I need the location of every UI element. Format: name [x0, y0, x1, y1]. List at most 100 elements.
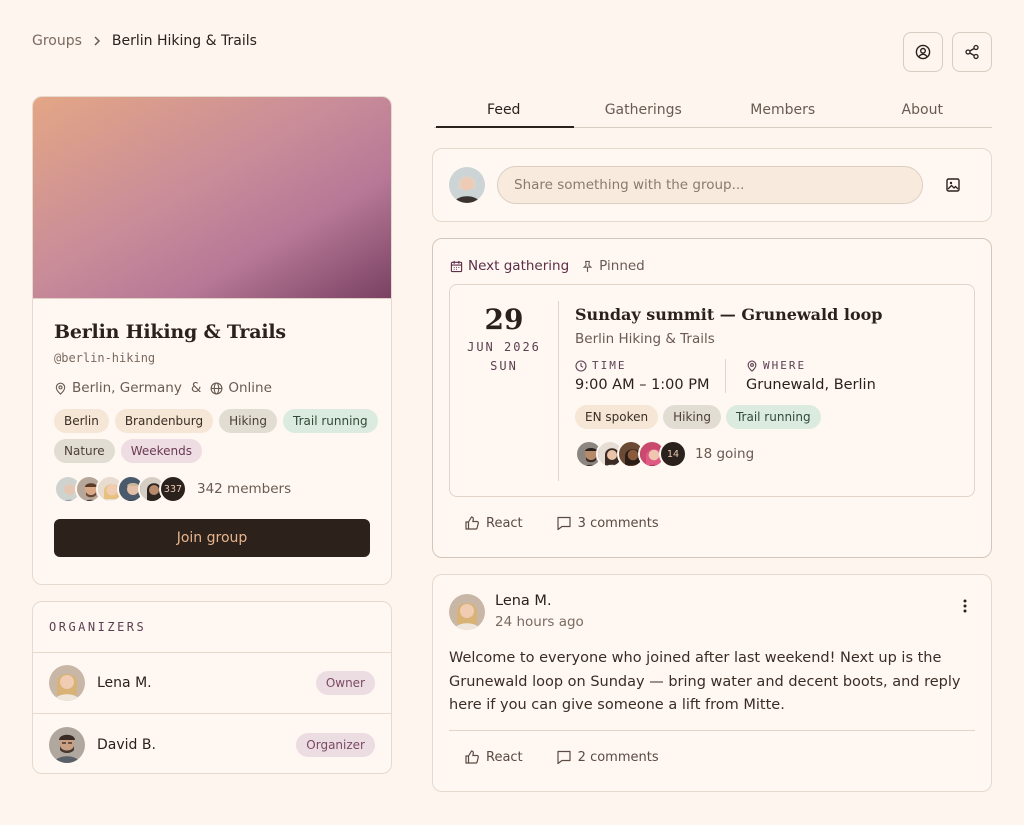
group-online-text: Online — [228, 380, 272, 396]
gathering-header: Next gathering Pinned — [450, 258, 645, 274]
comments-label: 3 comments — [577, 515, 659, 531]
event-tags: EN spoken Hiking Trail running — [575, 405, 965, 429]
organizer-row[interactable]: David B. Organizer — [33, 714, 391, 773]
organizer-row[interactable]: Lena M. Owner — [33, 653, 391, 714]
group-tag[interactable]: Nature — [54, 439, 115, 463]
post-divider — [449, 730, 975, 731]
event-tag[interactable]: EN spoken — [575, 405, 659, 429]
breadcrumb-groups-link[interactable]: Groups — [32, 33, 82, 49]
members-row[interactable]: 337 342 members — [54, 475, 370, 503]
event-info: Sunday summit — Grunewald loop Berlin Hi… — [575, 305, 965, 468]
group-location: Berlin, Germany & Online — [54, 380, 370, 396]
member-avatar-stack: 337 — [54, 475, 187, 503]
group-tags: Berlin Brandenburg Hiking Trail running … — [54, 409, 384, 463]
post-author[interactable]: Lena M. — [495, 593, 552, 609]
map-pin-icon — [55, 382, 66, 395]
members-count: 342 members — [197, 481, 292, 497]
avatar — [49, 665, 85, 701]
event-title: Sunday summit — Grunewald loop — [575, 305, 883, 324]
event-group: Berlin Hiking & Trails — [575, 331, 715, 347]
event-day: 29 — [484, 303, 524, 336]
tab-feed[interactable]: Feed — [434, 102, 574, 128]
group-tag[interactable]: Weekends — [120, 439, 203, 463]
group-tag[interactable]: Berlin — [54, 409, 109, 433]
post-time: 24 hours ago — [495, 614, 584, 630]
comment-icon — [557, 750, 571, 765]
react-button[interactable]: React — [464, 749, 523, 765]
tab-about[interactable]: About — [853, 102, 993, 127]
avatar — [449, 167, 485, 203]
members-more-count: 337 — [159, 475, 187, 503]
event-time: TIME 9:00 AM – 1:00 PM — [575, 359, 726, 393]
comment-icon — [557, 516, 571, 531]
event-tag[interactable]: Trail running — [725, 405, 821, 429]
avatar[interactable] — [449, 594, 485, 630]
post-card: Lena M. 24 hours ago Welcome to everyone… — [432, 574, 992, 792]
time-value: 9:00 AM – 1:00 PM — [575, 377, 710, 393]
post-body: Welcome to everyone who joined after las… — [449, 650, 961, 713]
react-button[interactable]: React — [464, 515, 523, 531]
profile-button[interactable] — [903, 32, 943, 72]
role-badge: Organizer — [296, 732, 375, 757]
thumbs-up-icon — [465, 516, 479, 530]
comments-button[interactable]: 3 comments — [556, 515, 659, 531]
react-label: React — [486, 515, 523, 531]
organizer-name: David B. — [97, 736, 156, 753]
group-tabs: Feed Gatherings Members About — [434, 102, 992, 128]
group-tag[interactable]: Brandenburg — [114, 409, 214, 433]
event-date: 29 JUN 2026 SUN — [450, 285, 558, 496]
pinned-label: Pinned — [599, 258, 645, 274]
user-circle-icon — [915, 44, 931, 60]
thumbs-up-icon — [465, 750, 479, 764]
date-divider — [558, 301, 559, 481]
image-icon — [946, 178, 960, 192]
next-gathering-label: Next gathering — [468, 258, 570, 274]
going-row[interactable]: 14 18 going — [575, 440, 965, 468]
share-button[interactable] — [952, 32, 992, 72]
going-count: 18 going — [695, 446, 755, 462]
gathering-card: Next gathering Pinned 29 JUN 2026 SUN Su… — [432, 238, 992, 558]
pin-icon — [581, 260, 594, 273]
chevron-right-icon — [93, 36, 101, 46]
where-value: Grunewald, Berlin — [746, 377, 876, 393]
event-month-year: JUN 2026 — [467, 340, 541, 354]
event-where: WHERE Grunewald, Berlin — [726, 359, 876, 393]
post-composer: Share something with the group... — [432, 148, 992, 222]
group-name: Berlin Hiking & Trails — [54, 321, 286, 343]
event-tag[interactable]: Hiking — [663, 405, 721, 429]
group-tag[interactable]: Trail running — [283, 409, 378, 433]
top-actions — [903, 32, 992, 72]
react-label: React — [486, 749, 523, 765]
location-separator: & — [190, 380, 202, 396]
organizer-name: Lena M. — [97, 675, 152, 691]
tab-gatherings[interactable]: Gatherings — [574, 102, 714, 127]
where-label: WHERE — [763, 359, 807, 372]
more-vertical-icon — [963, 599, 967, 613]
attach-image-button[interactable] — [945, 177, 961, 193]
breadcrumb-current: Berlin Hiking & Trails — [111, 33, 257, 49]
comments-button[interactable]: 2 comments — [556, 749, 659, 765]
post-actions: React 2 comments — [464, 749, 659, 765]
clock-icon — [575, 359, 587, 372]
avatar — [49, 726, 85, 763]
time-label: TIME — [592, 359, 627, 372]
event-details[interactable]: 29 JUN 2026 SUN Sunday summit — Grunewal… — [449, 284, 975, 497]
map-pin-icon — [747, 360, 757, 372]
group-handle: @berlin-hiking — [54, 351, 156, 365]
composer-input[interactable]: Share something with the group... — [497, 166, 923, 204]
event-weekday: SUN — [490, 359, 518, 373]
attendees-more-count: 14 — [659, 440, 687, 468]
gathering-actions: React 3 comments — [464, 515, 659, 531]
attendee-avatar-stack: 14 — [575, 440, 687, 468]
group-tag[interactable]: Hiking — [219, 409, 277, 433]
role-badge: Owner — [315, 671, 375, 695]
join-group-button[interactable]: Join group — [54, 519, 370, 557]
group-location-text: Berlin, Germany — [72, 380, 182, 396]
globe-icon — [210, 382, 223, 394]
post-menu-button[interactable] — [963, 599, 967, 613]
breadcrumb: Groups Berlin Hiking & Trails — [32, 33, 257, 49]
share-icon — [965, 44, 979, 60]
organizers-card: ORGANIZERS Lena M. Owner David B. Organi… — [32, 601, 392, 774]
group-cover-image — [33, 97, 391, 299]
tab-members[interactable]: Members — [713, 102, 853, 127]
